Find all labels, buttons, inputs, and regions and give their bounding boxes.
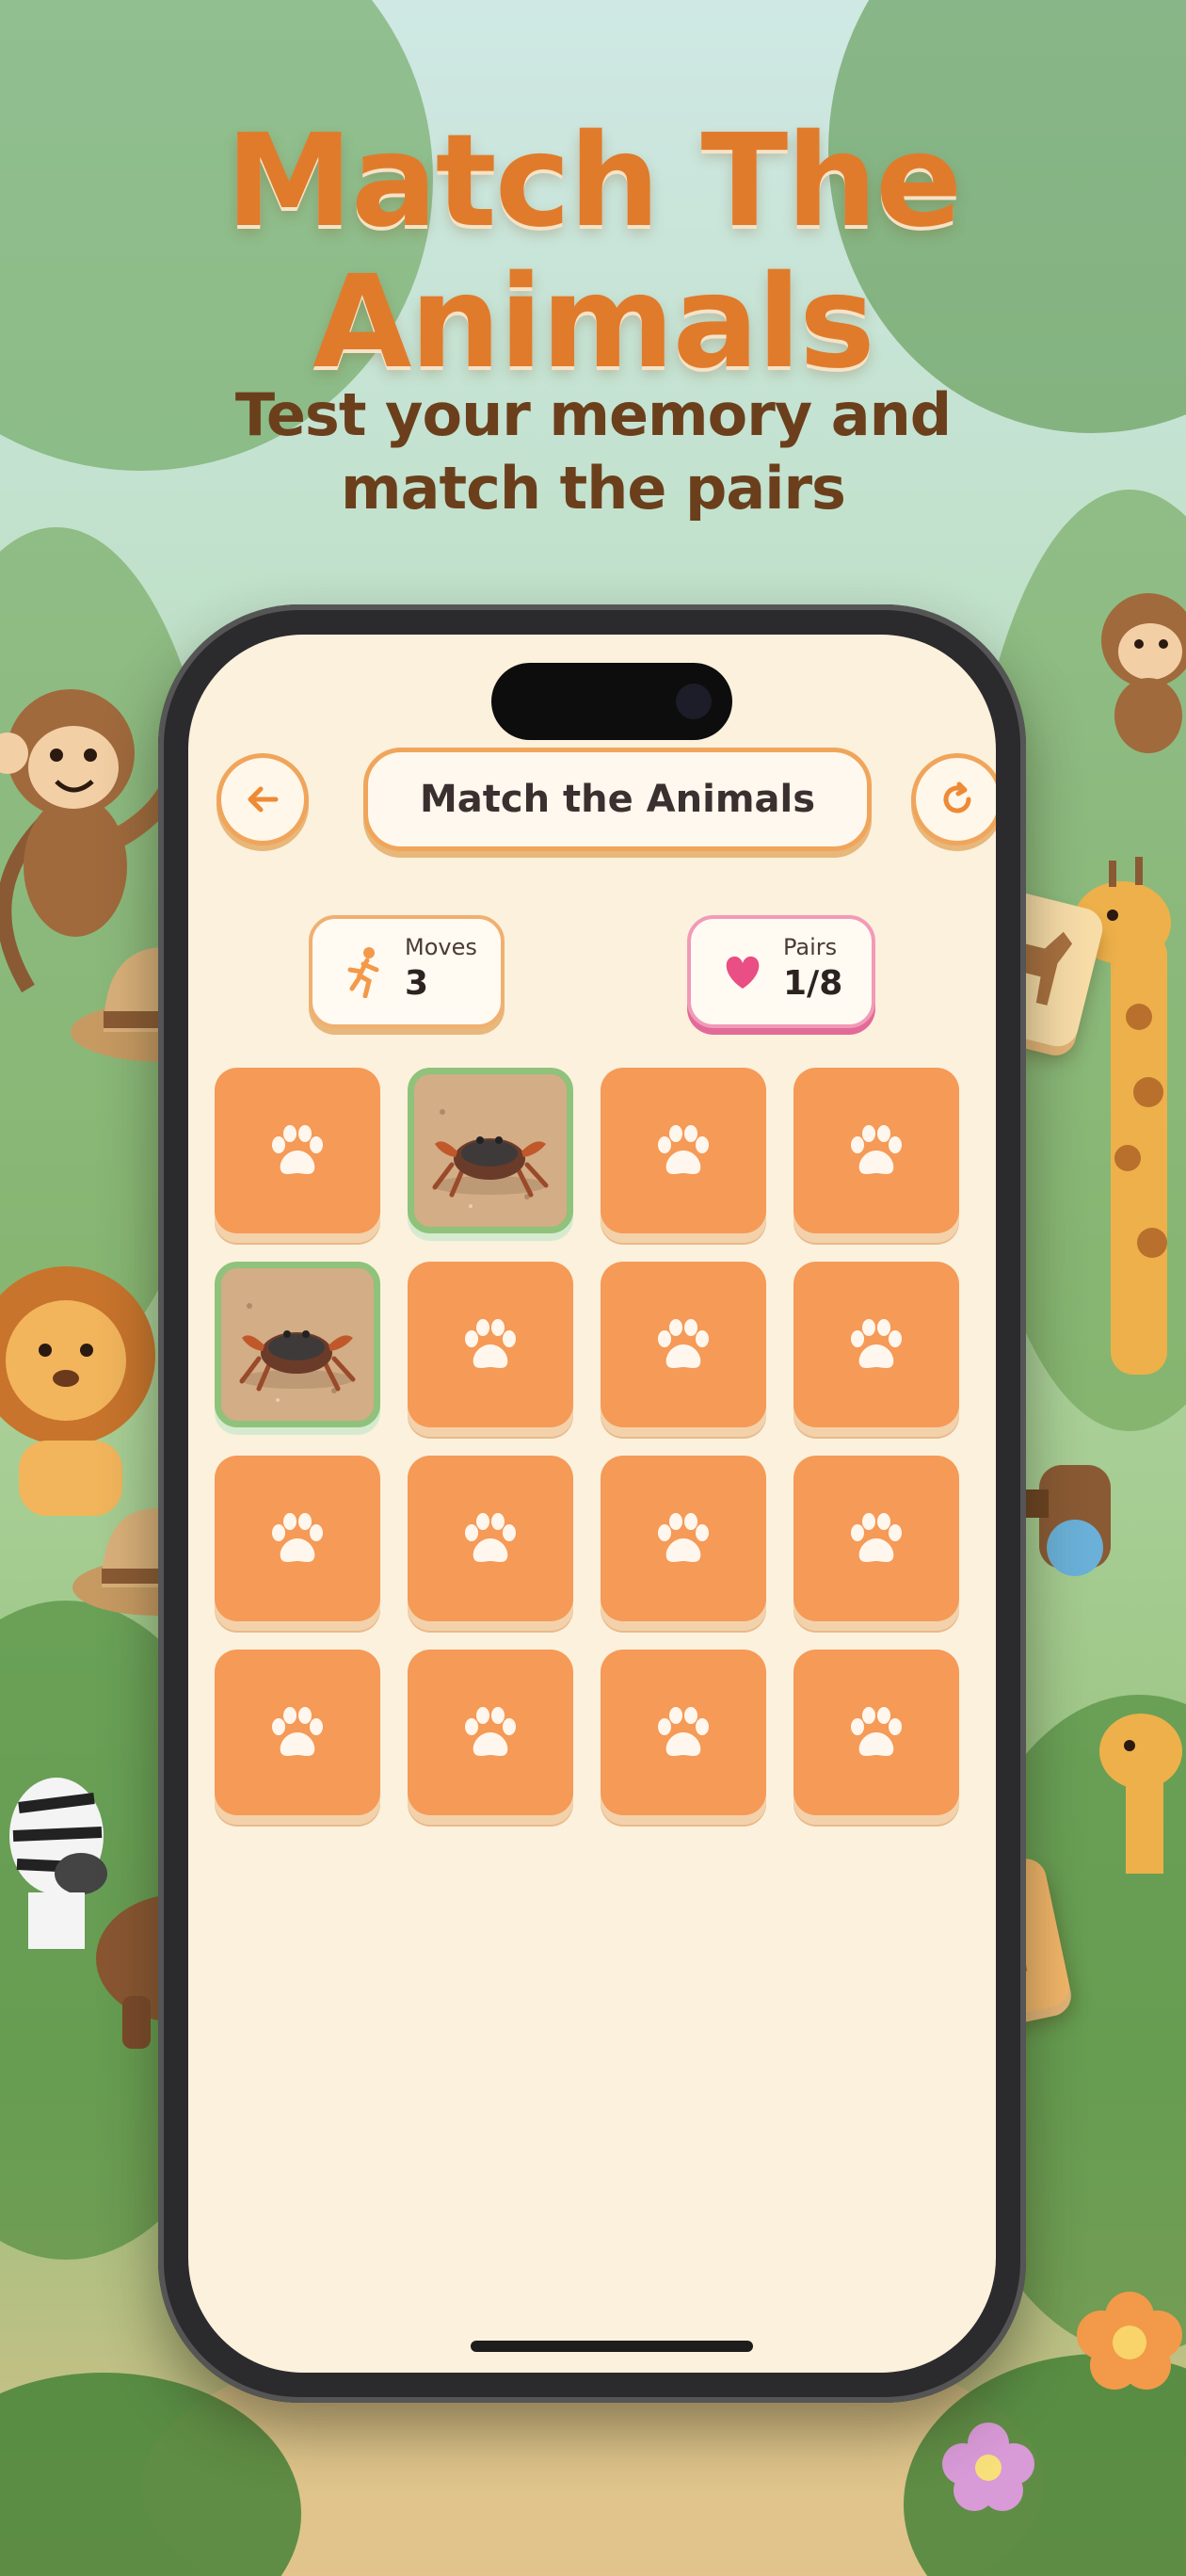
moves-value: 3 (405, 964, 429, 1003)
pairs-label: Pairs (783, 934, 838, 960)
restart-icon (943, 781, 971, 813)
paw-icon (851, 1319, 902, 1368)
subheadline-line-2: match the pairs (341, 454, 846, 523)
memory-card-revealed[interactable] (215, 1262, 380, 1427)
flower-illustration (1077, 2292, 1182, 2390)
crab-image (414, 1074, 567, 1227)
running-person-icon (347, 947, 379, 998)
headline: Match The Animals (0, 111, 1186, 394)
heart-icon (726, 956, 760, 989)
moves-label: Moves (405, 934, 477, 960)
memory-card[interactable] (215, 1456, 380, 1621)
restart-button[interactable] (911, 753, 996, 845)
paw-icon (851, 1125, 902, 1174)
subheadline-line-1: Test your memory and (234, 380, 952, 449)
memory-card[interactable] (793, 1068, 959, 1233)
paw-icon (851, 1707, 902, 1756)
memory-card[interactable] (601, 1456, 766, 1621)
monkey-illustration (1101, 593, 1186, 753)
headline-line-2: Animals (313, 249, 875, 397)
camera-icon (676, 684, 712, 719)
paw-icon (658, 1707, 709, 1756)
flower-illustration (942, 2423, 1034, 2511)
memory-card[interactable] (408, 1262, 573, 1427)
memory-card[interactable] (408, 1650, 573, 1815)
paw-icon (465, 1319, 516, 1368)
dynamic-island (491, 663, 732, 740)
pairs-counter: Pairs 1/8 (687, 915, 875, 1028)
memory-card[interactable] (601, 1650, 766, 1815)
memory-card[interactable] (408, 1456, 573, 1621)
app-title: Match the Animals (363, 748, 872, 851)
paw-icon (465, 1513, 516, 1562)
memory-card[interactable] (215, 1650, 380, 1815)
paw-icon (658, 1513, 709, 1562)
paw-icon (272, 1125, 323, 1174)
lion-illustration (0, 1266, 155, 1516)
giraffe-illustration (1099, 1714, 1182, 1874)
paw-icon (658, 1319, 709, 1368)
paw-icon (851, 1513, 902, 1562)
home-indicator[interactable] (471, 2341, 753, 2352)
app-screen: Match the Animals Moves 3 Pairs 1/8 (188, 635, 996, 2373)
paw-icon (272, 1513, 323, 1562)
paw-icon (272, 1707, 323, 1756)
memory-card[interactable] (601, 1068, 766, 1233)
subheadline: Test your memory and match the pairs (0, 378, 1186, 525)
memory-card-revealed[interactable] (408, 1068, 573, 1233)
memory-card[interactable] (215, 1068, 380, 1233)
back-button[interactable] (216, 753, 309, 845)
memory-card[interactable] (601, 1262, 766, 1427)
crab-image (221, 1268, 374, 1421)
phone-frame: Match the Animals Moves 3 Pairs 1/8 (158, 604, 1026, 2403)
memory-card[interactable] (793, 1650, 959, 1815)
arrow-left-icon (248, 786, 279, 813)
paw-icon (465, 1707, 516, 1756)
headline-line-1: Match The (225, 107, 963, 256)
memory-card[interactable] (793, 1262, 959, 1427)
memory-card[interactable] (793, 1456, 959, 1621)
paw-icon (658, 1125, 709, 1174)
moves-counter: Moves 3 (309, 915, 505, 1028)
pairs-value: 1/8 (783, 964, 843, 1003)
